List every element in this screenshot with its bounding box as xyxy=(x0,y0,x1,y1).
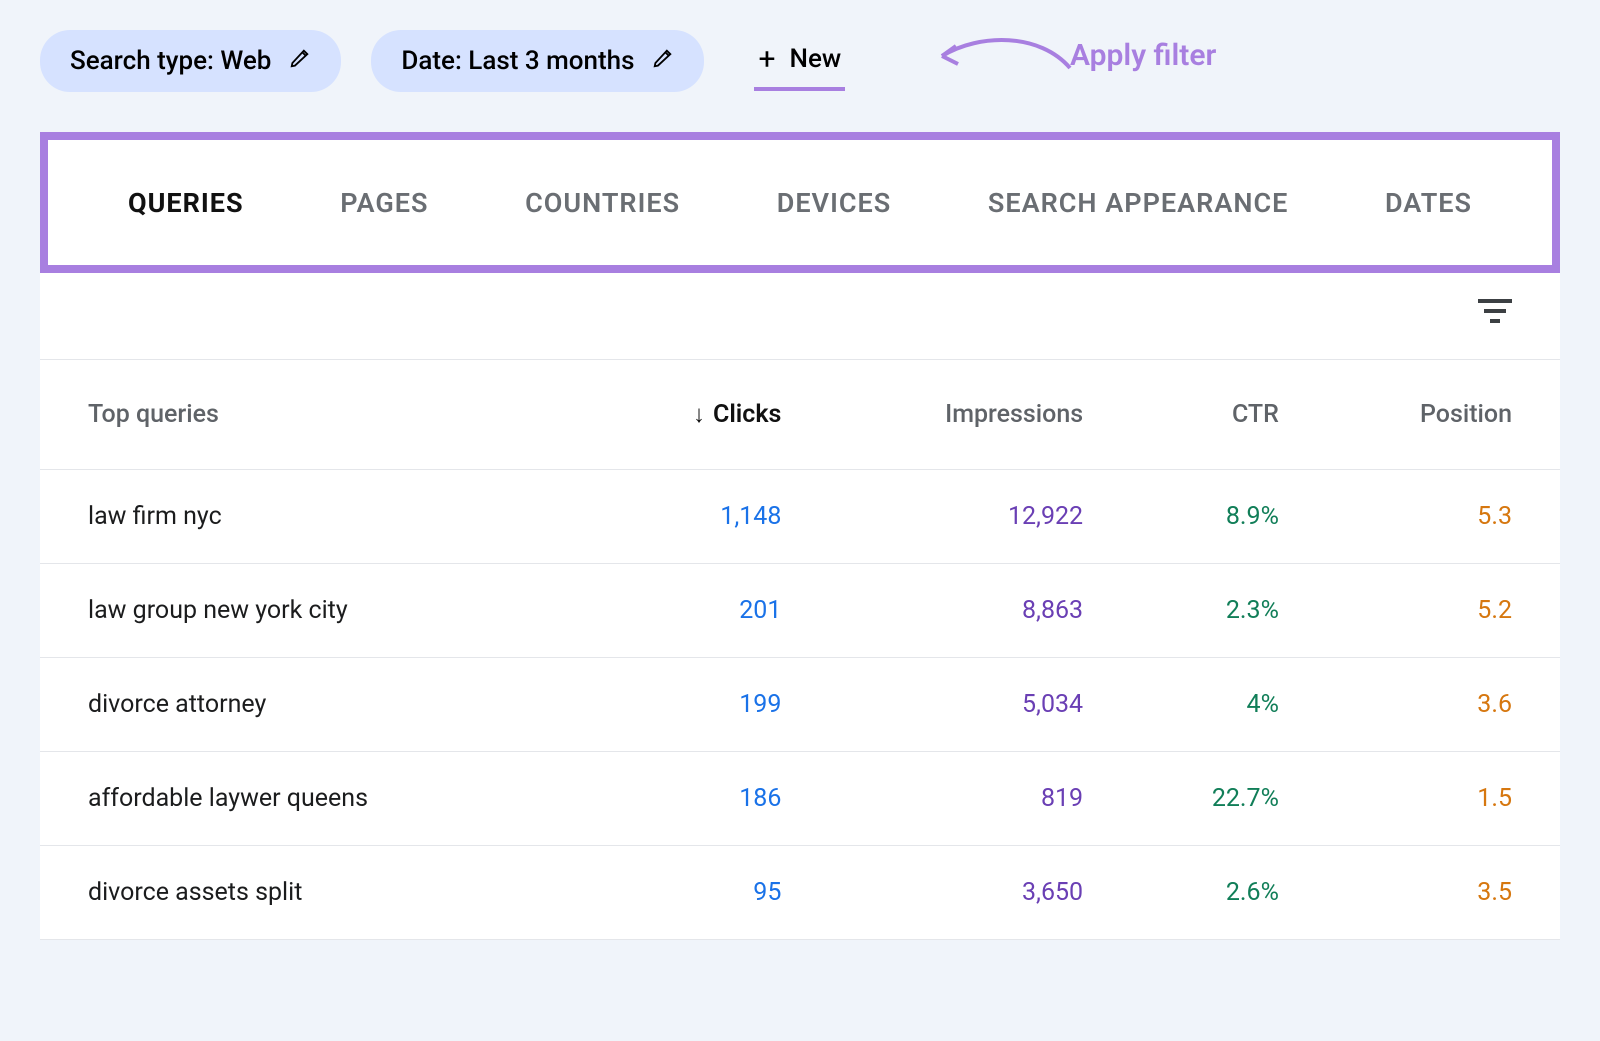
queries-table: Top queries ↓ Clicks Impressions CTR Posi… xyxy=(40,360,1560,940)
tab-queries[interactable]: QUERIES xyxy=(128,187,244,219)
cell-ctr: 4% xyxy=(1131,658,1327,752)
cell-query: affordable laywer queens xyxy=(40,752,602,846)
cell-position: 3.5 xyxy=(1327,846,1560,940)
pencil-icon xyxy=(289,47,311,75)
table-row[interactable]: divorce assets split953,6502.6%3.5 xyxy=(40,846,1560,940)
cell-ctr: 8.9% xyxy=(1131,470,1327,564)
tab-devices[interactable]: DEVICES xyxy=(777,187,891,219)
tab-dates[interactable]: DATES xyxy=(1385,187,1472,219)
pencil-icon xyxy=(652,47,674,75)
sort-desc-icon: ↓ xyxy=(693,400,705,429)
col-impressions[interactable]: Impressions xyxy=(829,360,1131,470)
cell-ctr: 2.3% xyxy=(1131,564,1327,658)
cell-impressions: 819 xyxy=(829,752,1131,846)
cell-clicks: 199 xyxy=(602,658,830,752)
new-filter-label: New xyxy=(790,44,842,74)
cell-position: 5.3 xyxy=(1327,470,1560,564)
col-position[interactable]: Position xyxy=(1327,360,1560,470)
tab-bar: QUERIES PAGES COUNTRIES DEVICES SEARCH A… xyxy=(48,140,1552,265)
annotation-arrow xyxy=(930,28,1080,78)
cell-impressions: 12,922 xyxy=(829,470,1131,564)
tab-bar-highlight: QUERIES PAGES COUNTRIES DEVICES SEARCH A… xyxy=(40,132,1560,273)
new-filter-button[interactable]: + New xyxy=(754,32,845,91)
search-type-chip-label: Search type: Web xyxy=(70,46,271,76)
plus-icon: + xyxy=(758,42,775,77)
cell-clicks: 186 xyxy=(602,752,830,846)
cell-ctr: 2.6% xyxy=(1131,846,1327,940)
cell-query: law group new york city xyxy=(40,564,602,658)
table-row[interactable]: divorce attorney1995,0344%3.6 xyxy=(40,658,1560,752)
table-row[interactable]: affordable laywer queens18681922.7%1.5 xyxy=(40,752,1560,846)
cell-query: divorce assets split xyxy=(40,846,602,940)
filter-icon[interactable] xyxy=(1478,299,1512,329)
col-query[interactable]: Top queries xyxy=(40,360,602,470)
cell-impressions: 8,863 xyxy=(829,564,1131,658)
search-type-chip[interactable]: Search type: Web xyxy=(40,30,341,92)
annotation-text: Apply filter xyxy=(1070,38,1216,73)
table-row[interactable]: law firm nyc1,14812,9228.9%5.3 xyxy=(40,470,1560,564)
tab-search-appearance[interactable]: SEARCH APPEARANCE xyxy=(988,187,1288,219)
cell-ctr: 22.7% xyxy=(1131,752,1327,846)
cell-position: 3.6 xyxy=(1327,658,1560,752)
table-row[interactable]: law group new york city2018,8632.3%5.2 xyxy=(40,564,1560,658)
col-clicks-label: Clicks xyxy=(713,400,781,429)
tab-countries[interactable]: COUNTRIES xyxy=(525,187,680,219)
panel-toolbar xyxy=(40,273,1560,360)
filter-bar: Search type: Web Date: Last 3 months + N… xyxy=(40,30,1560,92)
cell-query: law firm nyc xyxy=(40,470,602,564)
col-ctr[interactable]: CTR xyxy=(1131,360,1327,470)
date-chip-label: Date: Last 3 months xyxy=(401,46,634,76)
cell-clicks: 95 xyxy=(602,846,830,940)
cell-impressions: 5,034 xyxy=(829,658,1131,752)
date-chip[interactable]: Date: Last 3 months xyxy=(371,30,704,92)
col-clicks[interactable]: ↓ Clicks xyxy=(602,360,830,470)
cell-position: 5.2 xyxy=(1327,564,1560,658)
cell-clicks: 1,148 xyxy=(602,470,830,564)
tab-pages[interactable]: PAGES xyxy=(340,187,428,219)
cell-clicks: 201 xyxy=(602,564,830,658)
queries-panel: Top queries ↓ Clicks Impressions CTR Posi… xyxy=(40,273,1560,940)
cell-position: 1.5 xyxy=(1327,752,1560,846)
cell-impressions: 3,650 xyxy=(829,846,1131,940)
cell-query: divorce attorney xyxy=(40,658,602,752)
table-header-row: Top queries ↓ Clicks Impressions CTR Posi… xyxy=(40,360,1560,470)
